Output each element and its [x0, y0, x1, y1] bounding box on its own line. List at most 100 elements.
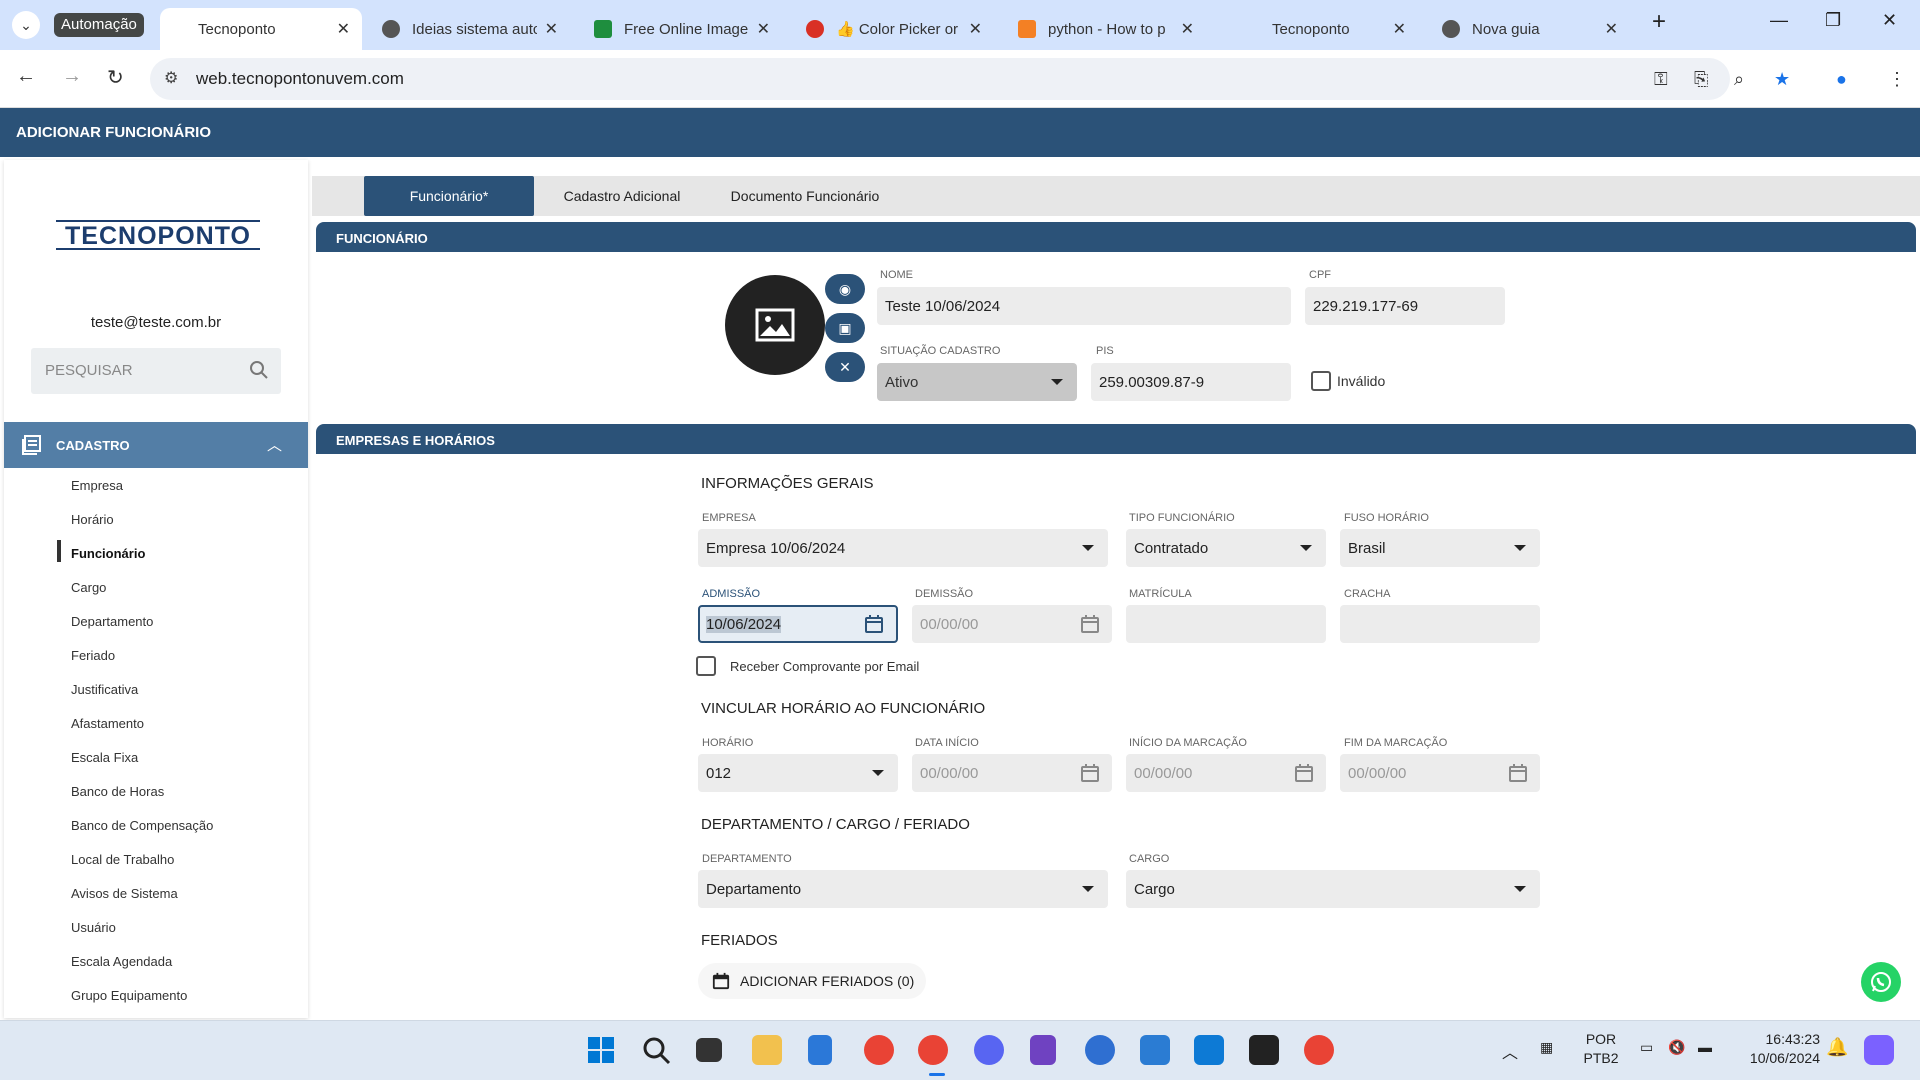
- avatar-photo[interactable]: [725, 275, 825, 375]
- notepad-icon[interactable]: [808, 1035, 832, 1065]
- cracha-input[interactable]: [1340, 605, 1540, 643]
- situacao-select[interactable]: Ativo: [877, 363, 1077, 401]
- cpf-input[interactable]: 229.219.177-69: [1305, 287, 1505, 325]
- tipo-funcionario-select[interactable]: Contratado: [1126, 529, 1326, 567]
- forward-icon[interactable]: →: [62, 65, 82, 88]
- calendar-icon[interactable]: [864, 614, 884, 638]
- calendar-icon[interactable]: [1508, 763, 1528, 787]
- tab-cadastro-adicional[interactable]: Cadastro Adicional: [542, 176, 702, 216]
- matricula-input[interactable]: [1126, 605, 1326, 643]
- close-icon[interactable]: ✕: [337, 19, 350, 39]
- calendar-icon[interactable]: [1080, 763, 1100, 787]
- tab-documento-funcionario[interactable]: Documento Funcionário: [710, 176, 900, 216]
- invalido-checkbox[interactable]: [1311, 371, 1331, 391]
- cargo-select[interactable]: Cargo: [1126, 870, 1540, 908]
- more-menu-icon[interactable]: ⋮: [1888, 69, 1906, 90]
- install-app-icon[interactable]: ⎘: [1694, 69, 1708, 90]
- minimize-icon[interactable]: —: [1770, 10, 1788, 31]
- tray-chevron-up-icon[interactable]: ︿: [1502, 1039, 1518, 1063]
- chevron-up-icon[interactable]: ︿: [267, 434, 282, 455]
- browser-tab[interactable]: python - How to p ✕: [1006, 8, 1206, 50]
- search-icon[interactable]: [641, 1035, 671, 1065]
- sidebar-item-feriado[interactable]: Feriado: [71, 648, 115, 663]
- data-inicio-date-input[interactable]: 00/00/00: [912, 754, 1112, 792]
- demissao-date-input[interactable]: 00/00/00: [912, 605, 1112, 643]
- sidebar-item-escala-agendada[interactable]: Escala Agendada: [71, 954, 172, 969]
- file-explorer-icon[interactable]: [752, 1035, 782, 1065]
- inicio-marcacao-date-input[interactable]: 00/00/00: [1126, 754, 1326, 792]
- calendar-icon[interactable]: [1294, 763, 1314, 787]
- copilot-icon[interactable]: [1864, 1035, 1894, 1065]
- password-key-icon[interactable]: ⚿: [1654, 69, 1668, 90]
- new-tab-icon[interactable]: +: [1652, 8, 1666, 36]
- remove-photo-button[interactable]: ✕: [825, 352, 865, 382]
- search-icon[interactable]: [249, 360, 269, 385]
- fim-marcacao-date-input[interactable]: 00/00/00: [1340, 754, 1540, 792]
- close-icon[interactable]: ✕: [1605, 19, 1618, 39]
- sidebar-item-departamento[interactable]: Departamento: [71, 614, 153, 629]
- task-view-icon[interactable]: [696, 1038, 722, 1062]
- browser-tab[interactable]: Free Online Image ✕: [582, 8, 782, 50]
- upload-photo-button[interactable]: ▣: [825, 313, 865, 343]
- browser-tab[interactable]: Tecnoponto ✕: [160, 8, 362, 50]
- sidebar-item-afastamento[interactable]: Afastamento: [71, 716, 144, 731]
- sidebar-item-funcionario[interactable]: Funcionário: [71, 546, 145, 561]
- sidebar-item-justificativa[interactable]: Justificativa: [71, 682, 138, 697]
- todo-icon[interactable]: [1140, 1035, 1170, 1065]
- sidebar-item-avisos-de-sistema[interactable]: Avisos de Sistema: [71, 886, 178, 901]
- address-bar[interactable]: ⚙ web.tecnopontonuvem.com: [150, 58, 1730, 100]
- notification-bell-icon[interactable]: 🔔: [1826, 1037, 1848, 1058]
- close-window-icon[interactable]: ✕: [1882, 10, 1897, 31]
- tab-funcionario[interactable]: Funcionário*: [364, 176, 534, 216]
- calendar-icon[interactable]: [1080, 614, 1100, 638]
- browser-tab[interactable]: Ideias sistema autc ✕: [370, 8, 570, 50]
- sidebar-item-grupo-equipamento[interactable]: Grupo Equipamento: [71, 988, 187, 1003]
- battery-icon[interactable]: ▬: [1698, 1039, 1712, 1055]
- admissao-date-input[interactable]: 10/06/2024: [698, 605, 898, 643]
- departamento-select[interactable]: Departamento: [698, 870, 1108, 908]
- whatsapp-chat-button[interactable]: [1861, 962, 1901, 1002]
- back-icon[interactable]: ←: [16, 65, 36, 88]
- clock[interactable]: 16:43:23 10/06/2024: [1748, 1031, 1820, 1066]
- browser-tab[interactable]: Tecnoponto ✕: [1218, 8, 1418, 50]
- browser-tab[interactable]: 👍 Color Picker or ✕: [794, 8, 994, 50]
- windows-start-icon[interactable]: [586, 1035, 616, 1065]
- thunderbird-icon[interactable]: [1085, 1035, 1115, 1065]
- close-icon[interactable]: ✕: [545, 19, 558, 39]
- pis-input[interactable]: 259.00309.87-9: [1091, 363, 1291, 401]
- close-icon[interactable]: ✕: [969, 19, 982, 39]
- tab-search-chevron-icon[interactable]: ⌄: [12, 11, 40, 39]
- fuso-horario-select[interactable]: Brasil: [1340, 529, 1540, 567]
- snipping-tool-icon[interactable]: [1030, 1035, 1056, 1065]
- sidebar-item-horario[interactable]: Horário: [71, 512, 114, 527]
- chrome-icon[interactable]: [918, 1035, 948, 1065]
- camera-button[interactable]: ◉: [825, 274, 865, 304]
- sidebar-item-local-de-trabalho[interactable]: Local de Trabalho: [71, 852, 174, 867]
- sidebar-section-cadastro[interactable]: CADASTRO ︿: [4, 422, 308, 468]
- close-icon[interactable]: ✕: [1393, 19, 1406, 39]
- restore-icon[interactable]: ❐: [1825, 10, 1841, 31]
- sidebar-search-input[interactable]: PESQUISAR: [31, 348, 281, 394]
- reload-icon[interactable]: ↻: [107, 65, 124, 90]
- sticky-notes-icon[interactable]: [1249, 1035, 1279, 1065]
- sidebar-item-banco-de-compensacao[interactable]: Banco de Compensação: [71, 818, 213, 833]
- browser-tab[interactable]: Nova guia ✕: [1430, 8, 1630, 50]
- site-settings-icon[interactable]: ⚙: [164, 68, 178, 88]
- chrome-icon[interactable]: [1304, 1035, 1334, 1065]
- adicionar-feriados-button[interactable]: ADICIONAR FERIADOS (0): [698, 963, 926, 999]
- chrome-icon[interactable]: [864, 1035, 894, 1065]
- display-icon[interactable]: ▭: [1640, 1039, 1653, 1056]
- profile-icon[interactable]: ●: [1836, 69, 1847, 90]
- zoom-icon[interactable]: ⌕: [1734, 69, 1744, 90]
- sidebar-item-escala-fixa[interactable]: Escala Fixa: [71, 750, 138, 765]
- empresa-select[interactable]: Empresa 10/06/2024: [698, 529, 1108, 567]
- nome-input[interactable]: Teste 10/06/2024: [877, 287, 1291, 325]
- sidebar-item-cargo[interactable]: Cargo: [71, 580, 106, 595]
- sidebar-item-banco-de-horas[interactable]: Banco de Horas: [71, 784, 164, 799]
- volume-muted-icon[interactable]: 🔇: [1668, 1039, 1685, 1056]
- discord-icon[interactable]: [974, 1035, 1004, 1065]
- tab-group-label[interactable]: Automação: [54, 13, 144, 37]
- network-icon[interactable]: ▦: [1540, 1039, 1553, 1056]
- close-icon[interactable]: ✕: [1181, 19, 1194, 39]
- sidebar-item-empresa[interactable]: Empresa: [71, 478, 123, 493]
